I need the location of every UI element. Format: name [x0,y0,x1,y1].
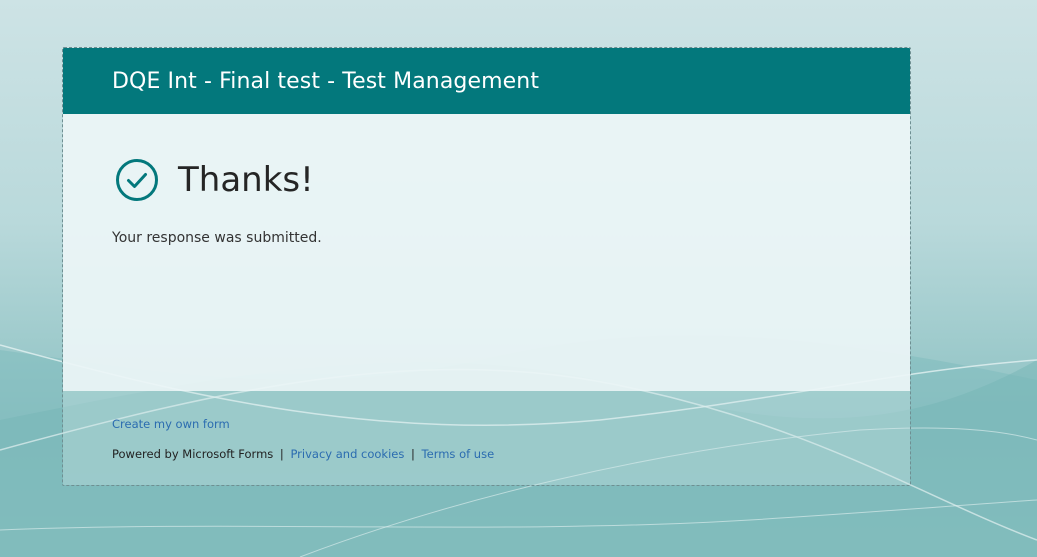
thanks-row: Thanks! [115,158,314,202]
create-my-own-form-link[interactable]: Create my own form [112,417,230,431]
form-card: DQE Int - Final test - Test Management T… [62,47,911,486]
powered-by-line: Powered by Microsoft Forms | Privacy and… [112,447,494,461]
separator: | [279,447,284,461]
confirmation-section: Thanks! Your response was submitted. [63,114,910,391]
privacy-and-cookies-link[interactable]: Privacy and cookies [290,447,404,461]
thanks-heading: Thanks! [178,160,314,200]
separator: | [411,447,415,461]
terms-of-use-link[interactable]: Terms of use [422,447,495,461]
submission-message: Your response was submitted. [112,230,322,246]
form-footer: Create my own form Powered by Microsoft … [63,391,910,485]
check-circle-icon [115,158,159,202]
powered-by-text: Powered by Microsoft Forms [112,447,274,461]
form-header: DQE Int - Final test - Test Management [63,48,910,114]
form-title: DQE Int - Final test - Test Management [112,68,540,94]
